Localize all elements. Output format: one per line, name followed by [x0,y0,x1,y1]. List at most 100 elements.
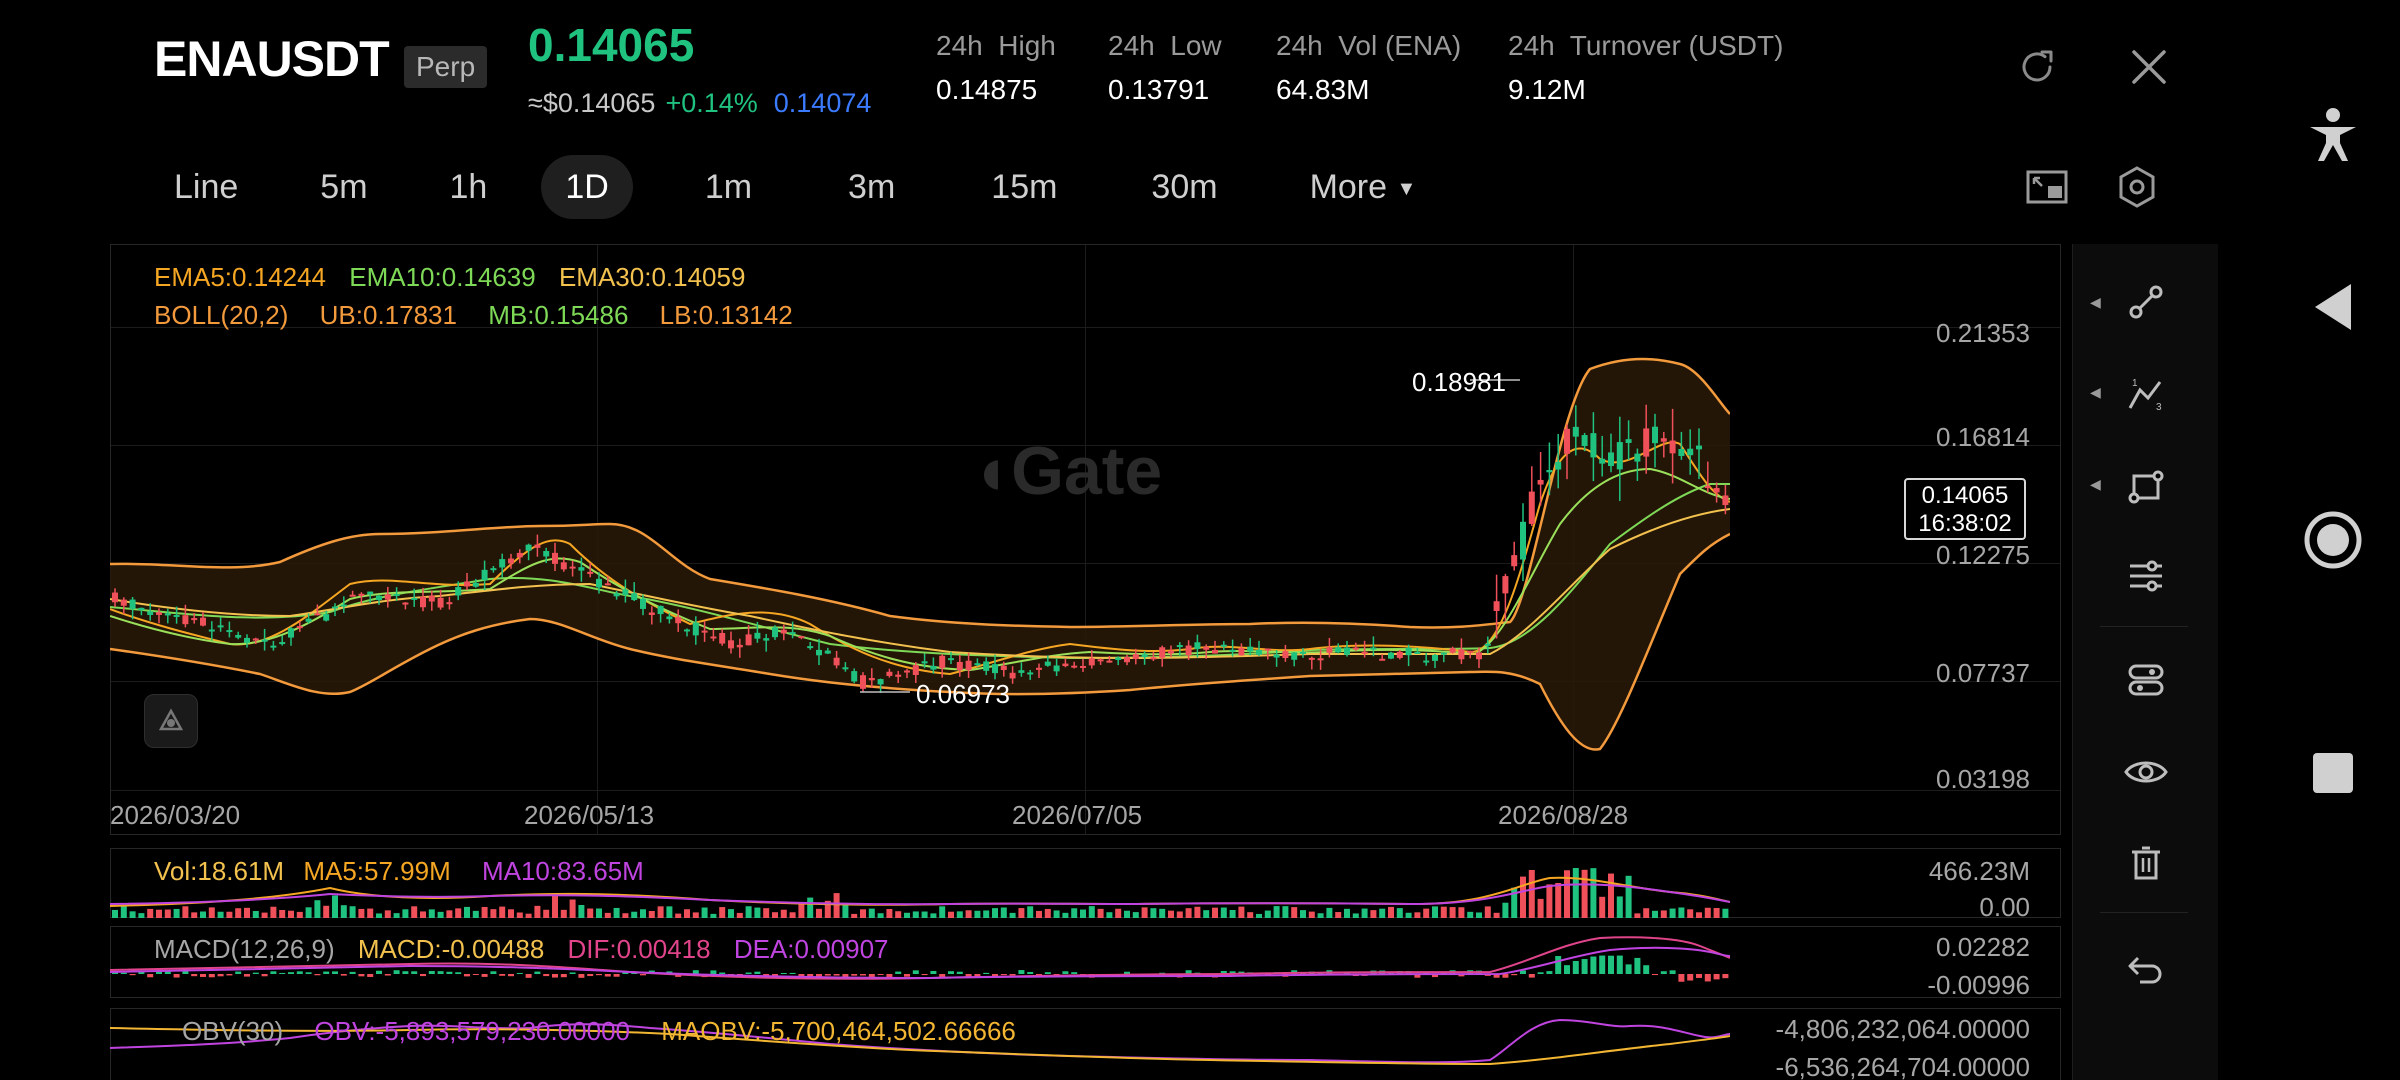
volume-axis-max: 466.23M [1928,856,2030,886]
macd-histogram-bar [780,972,787,974]
stat-value: 64.83M [1276,74,1370,105]
obv-legend[interactable]: OBV(30) OBV:-5,893,579,230.00000 MAOBV:-… [182,1016,1016,1047]
macd-histogram-bar [1696,974,1702,978]
date-axis-label: 2026/03/20 [110,800,241,830]
candle-body [1599,458,1606,464]
volume-bar [684,909,690,918]
dea-value: DEA:0.00907 [733,934,889,964]
macd-histogram-bar [1660,971,1667,974]
macd-histogram-bar [824,974,831,976]
volume-bar [1713,908,1720,918]
close-icon[interactable] [2126,44,2172,90]
candle-body [1168,650,1174,654]
chart-settings-icon[interactable] [2114,164,2160,210]
volume-bar [1537,898,1544,918]
trend-line-icon[interactable] [2116,272,2176,332]
candle-body [1247,646,1254,652]
candle-body [1141,654,1148,658]
home-icon[interactable] [2298,505,2368,575]
candle-body [1405,647,1412,656]
candle-body [1044,661,1051,666]
volume-bar [1669,908,1676,918]
candle-body [1713,488,1720,493]
volume-bar [552,895,558,918]
candle-body [1379,658,1386,661]
candle-body [1643,428,1650,457]
volume-bar [1018,908,1025,918]
volume-bar [965,910,972,918]
candle-body [1185,645,1192,656]
interval-1m[interactable]: 1m [681,155,776,219]
candle-body [1493,601,1500,611]
volume-bar [1344,908,1350,918]
volume-bar [1150,908,1157,918]
candle-body [120,599,127,606]
interval-more-dropdown[interactable]: More ▼ [1286,155,1441,219]
volume-bar [164,909,171,918]
stat-label: 24h Low [1108,30,1222,61]
volume-bar [807,897,814,918]
price-axis-label: 0.03198 [1936,764,2030,794]
interval-1d[interactable]: 1D [541,155,633,219]
macd-histogram-bar [147,974,154,978]
candle-body [1150,657,1157,660]
drawing-mode-toggle[interactable] [144,694,198,748]
volume-bar [1590,868,1597,918]
macd-histogram-bar [833,974,840,976]
back-icon[interactable] [2298,272,2368,342]
volume-bar [1678,907,1685,918]
indicator-icon[interactable] [2116,650,2176,710]
candle-body [1370,647,1377,650]
last-price: 0.14065 [528,19,695,71]
interval-5m[interactable]: 5m [296,155,391,219]
interval-1h[interactable]: 1h [426,155,512,219]
candle-body [1132,654,1139,660]
boll-legend[interactable]: BOLL(20,2) UB:0.17831 MB:0.15486 LB:0.13… [154,300,793,331]
undo-icon[interactable] [2116,938,2176,998]
interval-tabs: Line 5m 1h 1D 1m 3m 15m 30m More ▼ [150,154,1440,220]
volume-legend[interactable]: Vol:18.61M MA5:57.99M MA10:83.65M [154,856,644,887]
macd-histogram-bar [217,974,224,977]
volume-bar [472,910,479,918]
interval-30m[interactable]: 30m [1127,155,1241,219]
accessibility-icon[interactable] [2298,100,2368,170]
macd-histogram-bar [1590,956,1597,974]
candle-body [1423,660,1430,663]
interval-line[interactable]: Line [150,155,262,219]
candle-body [904,670,910,673]
shape-icon[interactable] [2116,456,2176,516]
symbol-name[interactable]: ENAUSDT [154,30,390,88]
macd-histogram-bar [323,971,330,974]
caret-left-icon: ◀ [2090,384,2101,400]
refresh-icon[interactable] [2014,44,2060,90]
candle-body [983,661,990,671]
volume-bar [1000,907,1007,918]
candle-body [895,674,902,677]
volume-bar [279,910,286,918]
candle-body [376,595,382,601]
delete-icon[interactable] [2116,834,2176,894]
volume-bar [1634,913,1641,918]
ema-legend[interactable]: EMA5:0.14244 EMA10:0.14639 EMA30:0.14059 [154,262,745,293]
candle-body [1264,648,1271,651]
recents-icon[interactable] [2298,738,2368,808]
candle-body [930,665,937,670]
candle-body [112,592,118,603]
macd-legend[interactable]: MACD(12,26,9) MACD:-0.00488 DIF:0.00418 … [154,934,889,965]
macd-histogram-bar [305,972,312,974]
macd-histogram-bar [446,971,453,974]
macd-histogram-bar [516,972,523,974]
interval-15m[interactable]: 15m [967,155,1081,219]
volume-bar [1132,912,1139,918]
visibility-icon[interactable] [2116,742,2176,802]
candle-body [912,665,919,675]
toolbar-divider [2100,626,2188,627]
macd-histogram-bar [1572,960,1579,974]
settings-sliders-icon[interactable] [2116,546,2176,606]
macd-histogram-bar [1634,957,1641,974]
fullscreen-icon[interactable] [2024,164,2070,210]
fibonacci-icon[interactable]: 13 [2116,364,2176,424]
candle-body [1317,658,1324,661]
interval-3m[interactable]: 3m [824,155,919,219]
candle-body [244,637,250,643]
